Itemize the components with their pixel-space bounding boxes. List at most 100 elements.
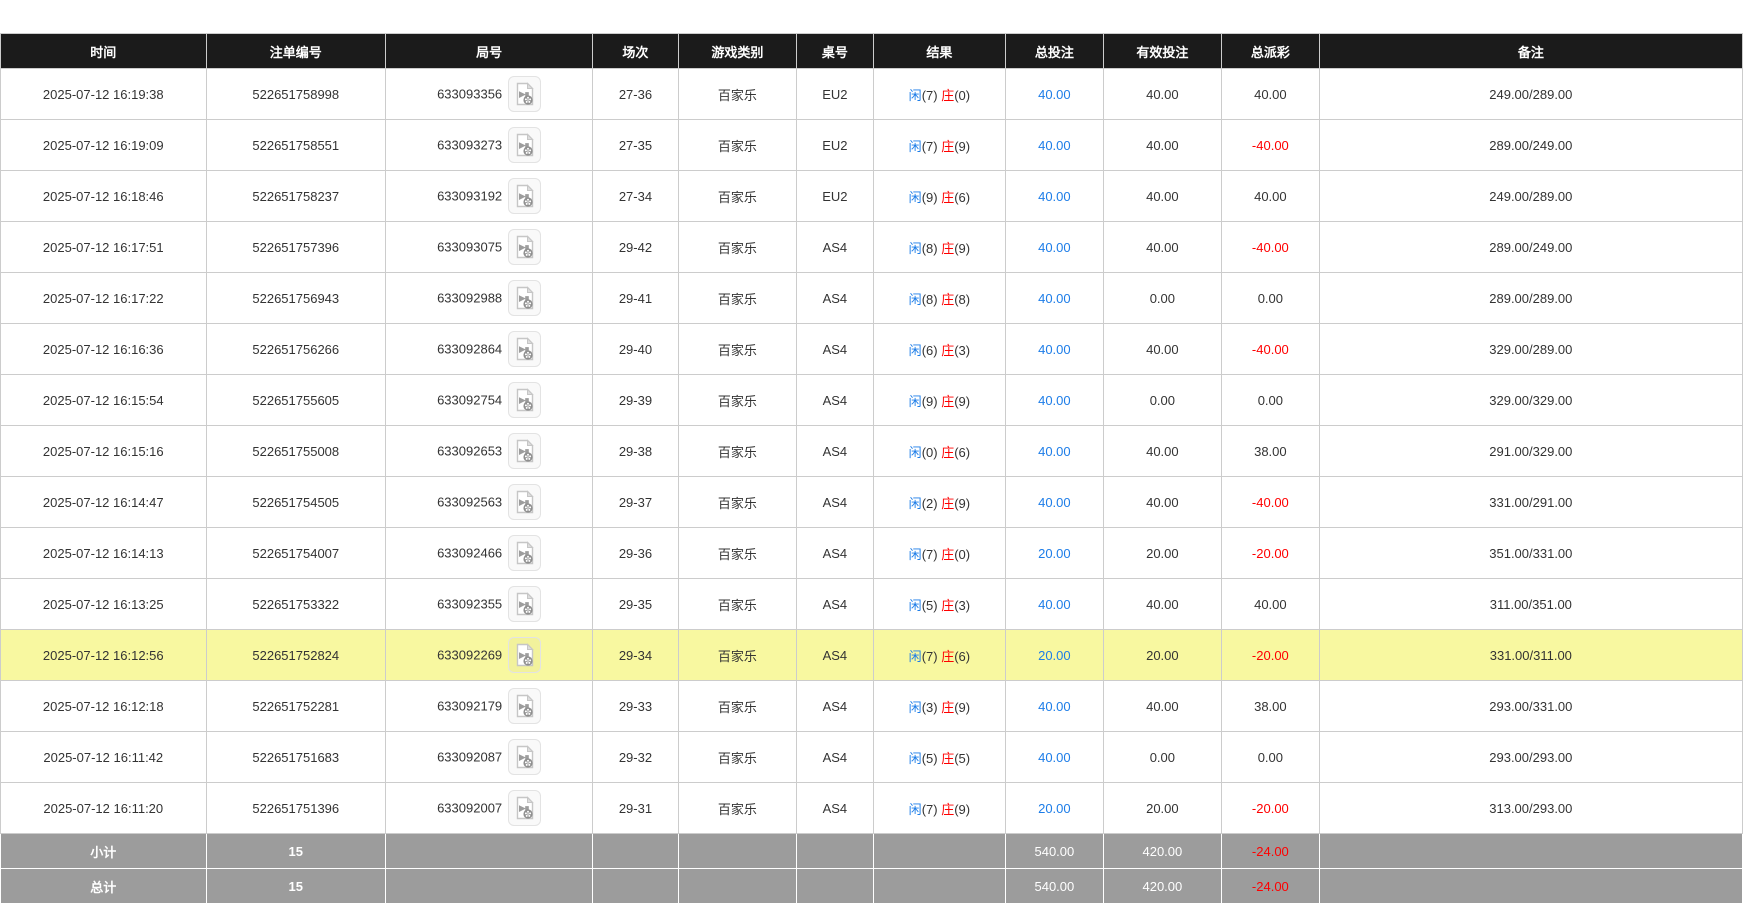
video-replay-button[interactable]: [508, 739, 541, 775]
video-replay-button[interactable]: [508, 382, 541, 418]
column-header-time: 时间: [1, 34, 207, 69]
cell-session: 29-31: [593, 783, 678, 834]
cell-result: 闲(5) 庄(3): [873, 579, 1005, 630]
cell-bet-id: 522651755605: [206, 375, 385, 426]
cell-result: 闲(8) 庄(8): [873, 273, 1005, 324]
cell-remark: 289.00/249.00: [1319, 222, 1742, 273]
cell-game-type: 百家乐: [678, 579, 796, 630]
cell-result: 闲(5) 庄(5): [873, 732, 1005, 783]
bet-table-row[interactable]: 2025-07-12 16:19:09522651758551633093273…: [1, 120, 1743, 171]
cell-bet-id: 522651755008: [206, 426, 385, 477]
cell-round: 633093356: [385, 69, 592, 120]
video-replay-button[interactable]: [508, 178, 541, 214]
cell-remark: 289.00/289.00: [1319, 273, 1742, 324]
cell-game-type: 百家乐: [678, 375, 796, 426]
cell-bet-id: 522651754505: [206, 477, 385, 528]
video-replay-button[interactable]: [508, 127, 541, 163]
cell-bet-id: 522651756266: [206, 324, 385, 375]
cell-valid-bet: 40.00: [1103, 222, 1221, 273]
footer-table-empty: [797, 834, 874, 869]
bet-table-row[interactable]: 2025-07-12 16:11:42522651751683633092087…: [1, 732, 1743, 783]
cell-bet-id: 522651758237: [206, 171, 385, 222]
video-replay-button[interactable]: [508, 76, 541, 112]
cell-payout: 40.00: [1222, 69, 1320, 120]
cell-session: 29-35: [593, 579, 678, 630]
video-replay-button[interactable]: [508, 229, 541, 265]
cell-valid-bet: 40.00: [1103, 579, 1221, 630]
cell-remark: 289.00/249.00: [1319, 120, 1742, 171]
cell-session: 29-37: [593, 477, 678, 528]
bet-table-row[interactable]: 2025-07-12 16:18:46522651758237633093192…: [1, 171, 1743, 222]
bet-table-row[interactable]: 2025-07-12 16:15:16522651755008633092653…: [1, 426, 1743, 477]
cell-total-bet: 40.00: [1006, 732, 1104, 783]
bet-table-row[interactable]: 2025-07-12 16:15:54522651755605633092754…: [1, 375, 1743, 426]
player-score: (7): [922, 649, 938, 664]
bet-table-row[interactable]: 2025-07-12 16:13:25522651753322633092355…: [1, 579, 1743, 630]
cell-result: 闲(8) 庄(9): [873, 222, 1005, 273]
video-replay-button[interactable]: [508, 637, 541, 673]
video-replay-button[interactable]: [508, 535, 541, 571]
video-file-icon: [515, 592, 535, 616]
cell-round: 633092563: [385, 477, 592, 528]
cell-bet-id: 522651754007: [206, 528, 385, 579]
banker-label: 庄: [941, 88, 954, 103]
video-file-icon: [515, 694, 535, 718]
player-label: 闲: [909, 292, 922, 307]
cell-session: 29-33: [593, 681, 678, 732]
banker-score: (9): [954, 139, 970, 154]
footer-round-empty: [385, 834, 592, 869]
cell-result: 闲(7) 庄(6): [873, 630, 1005, 681]
cell-session: 27-36: [593, 69, 678, 120]
video-replay-button[interactable]: [508, 280, 541, 316]
player-label: 闲: [909, 496, 922, 511]
round-number: 633093273: [437, 138, 502, 153]
cell-round: 633092988: [385, 273, 592, 324]
banker-score: (6): [954, 445, 970, 460]
cell-time: 2025-07-12 16:11:42: [1, 732, 207, 783]
cell-total-bet: 20.00: [1006, 783, 1104, 834]
cell-game-type: 百家乐: [678, 528, 796, 579]
cell-valid-bet: 40.00: [1103, 477, 1221, 528]
cell-valid-bet: 20.00: [1103, 630, 1221, 681]
player-score: (8): [922, 292, 938, 307]
footer-result-empty: [873, 869, 1005, 904]
cell-remark: 313.00/293.00: [1319, 783, 1742, 834]
cell-valid-bet: 0.00: [1103, 375, 1221, 426]
column-header-result: 结果: [873, 34, 1005, 69]
cell-valid-bet: 40.00: [1103, 120, 1221, 171]
video-replay-button[interactable]: [508, 484, 541, 520]
footer-remark-empty: [1319, 869, 1742, 904]
video-replay-button[interactable]: [508, 586, 541, 622]
bet-table-row[interactable]: 2025-07-12 16:17:51522651757396633093075…: [1, 222, 1743, 273]
video-replay-button[interactable]: [508, 433, 541, 469]
bet-table-row[interactable]: 2025-07-12 16:14:47522651754505633092563…: [1, 477, 1743, 528]
cell-payout: 40.00: [1222, 579, 1320, 630]
bet-table-row[interactable]: 2025-07-12 16:14:13522651754007633092466…: [1, 528, 1743, 579]
video-file-icon: [515, 541, 535, 565]
player-label: 闲: [909, 190, 922, 205]
cell-valid-bet: 20.00: [1103, 783, 1221, 834]
bet-table-row[interactable]: 2025-07-12 16:17:22522651756943633092988…: [1, 273, 1743, 324]
player-score: (7): [922, 802, 938, 817]
player-score: (5): [922, 598, 938, 613]
cell-result: 闲(7) 庄(0): [873, 69, 1005, 120]
cell-payout: -20.00: [1222, 783, 1320, 834]
player-label: 闲: [909, 445, 922, 460]
cell-bet-id: 522651757396: [206, 222, 385, 273]
player-score: (0): [922, 445, 938, 460]
video-file-icon: [515, 235, 535, 259]
banker-score: (8): [954, 292, 970, 307]
round-number: 633092864: [437, 342, 502, 357]
banker-label: 庄: [941, 445, 954, 460]
bet-table-row[interactable]: 2025-07-12 16:19:38522651758998633093356…: [1, 69, 1743, 120]
video-replay-button[interactable]: [508, 790, 541, 826]
bet-table-row[interactable]: 2025-07-12 16:16:36522651756266633092864…: [1, 324, 1743, 375]
bet-table-row[interactable]: 2025-07-12 16:12:18522651752281633092179…: [1, 681, 1743, 732]
video-replay-button[interactable]: [508, 688, 541, 724]
bet-table-row[interactable]: 2025-07-12 16:12:56522651752824633092269…: [1, 630, 1743, 681]
banker-score: (9): [954, 241, 970, 256]
player-label: 闲: [909, 751, 922, 766]
video-replay-button[interactable]: [508, 331, 541, 367]
bet-table-row[interactable]: 2025-07-12 16:11:20522651751396633092007…: [1, 783, 1743, 834]
cell-valid-bet: 40.00: [1103, 171, 1221, 222]
